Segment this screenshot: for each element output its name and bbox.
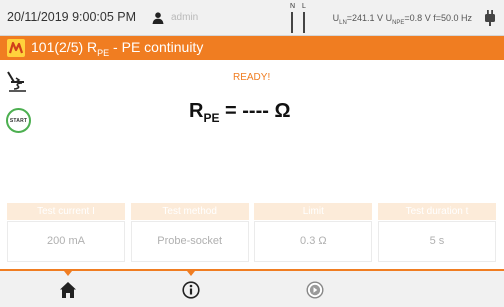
result-display: RPE = ---- Ω — [189, 100, 291, 125]
param-header: Test method — [130, 203, 249, 220]
title-bar: 101(2/5) RPE - PE continuity — [0, 36, 504, 60]
status-user: admin — [171, 12, 199, 23]
status-text: READY! — [233, 72, 271, 83]
probe-line-n — [291, 12, 293, 33]
user-icon — [152, 12, 164, 24]
start-button-label: START — [9, 117, 28, 124]
probe-line-l — [303, 12, 305, 33]
param-test-current[interactable]: Test current I 200 mA — [7, 203, 125, 262]
param-value: 0.3 Ω — [254, 221, 373, 262]
status-datetime: 20/11/2019 9:00:05 PM — [7, 10, 137, 24]
probe-label-l: L — [302, 3, 306, 10]
param-test-method[interactable]: Test method Probe-socket — [130, 203, 249, 262]
nav-marker-home — [64, 271, 72, 276]
frequency-value: f=50.0 Hz — [433, 13, 472, 23]
parameter-grid: Test current I 200 mA Test method Probe-… — [7, 203, 496, 262]
bottom-nav — [0, 269, 504, 307]
probe-label-n: N — [290, 3, 296, 10]
param-limit[interactable]: Limit 0.3 Ω — [254, 203, 373, 262]
param-header: Limit — [254, 203, 373, 220]
title-subscript: PE — [97, 47, 110, 58]
measurement-icon — [7, 39, 25, 57]
param-value: 200 mA — [7, 221, 125, 262]
page-title: 101(2/5) RPE - PE continuity — [31, 39, 203, 58]
param-header: Test duration t — [377, 203, 496, 220]
param-value: 5 s — [377, 221, 496, 262]
title-suffix: - PE continuity — [109, 39, 204, 55]
start-button[interactable]: START — [6, 108, 31, 133]
status-bar: 20/11/2019 9:00:05 PM admin N L ULN=241.… — [0, 0, 504, 36]
probe-setting-icon[interactable] — [6, 70, 28, 92]
status-measurements: ULN=241.1 V UNPE=0.8 V f=50.0 Hz — [333, 13, 472, 26]
result-symbol: R — [189, 100, 204, 122]
uln-value: =241.1 V — [346, 13, 384, 23]
title-prefix: 101(2/5) R — [31, 39, 98, 55]
result-subscript: PE — [203, 111, 220, 125]
next-icon[interactable] — [306, 281, 324, 299]
probe-indicator: N L — [288, 3, 314, 33]
upe-sub: NPE — [392, 19, 405, 26]
uln-sub: LN — [339, 19, 347, 26]
home-icon[interactable] — [59, 281, 77, 299]
upe-value: =0.8 V — [404, 13, 431, 23]
info-icon[interactable] — [182, 281, 200, 299]
plug-icon — [485, 10, 495, 26]
param-value: Probe-socket — [130, 221, 249, 262]
result-value: = ---- Ω — [219, 100, 291, 122]
param-header: Test current I — [7, 203, 125, 220]
param-test-duration[interactable]: Test duration t 5 s — [377, 203, 496, 262]
nav-marker-info — [187, 271, 195, 276]
